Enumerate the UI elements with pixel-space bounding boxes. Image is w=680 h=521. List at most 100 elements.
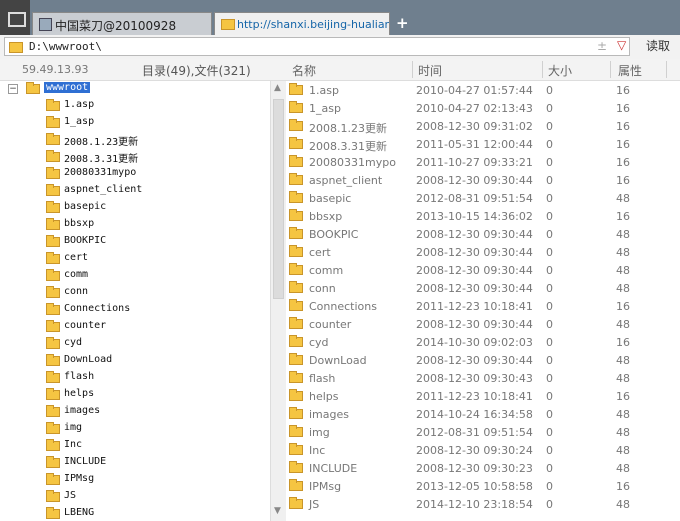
tree-item[interactable]: 1.asp [4, 98, 270, 115]
read-button[interactable]: 读取 [636, 37, 680, 56]
tree-item-label: comm [64, 269, 89, 280]
path-input[interactable]: D:\wwwroot\ ± ▽ [4, 37, 630, 56]
tree-item[interactable]: cert [4, 251, 270, 268]
file-size: 0 [546, 156, 553, 169]
file-time: 2008-12-30 09:30:24 [416, 444, 533, 457]
tree-item[interactable]: IPMsg [4, 472, 270, 489]
file-row[interactable]: DownLoad 2008-12-30 09:30:44 0 48 [286, 351, 680, 369]
new-tab-button[interactable]: + [396, 14, 409, 32]
tree-item[interactable]: aspnet_client [4, 183, 270, 200]
chevron-down-icon[interactable]: ▽ [617, 38, 626, 52]
file-row[interactable]: img 2012-08-31 09:51:54 0 48 [286, 423, 680, 441]
column-attr[interactable]: 属性 [618, 62, 642, 79]
tree-item-label: Connections [64, 303, 131, 314]
tree-item[interactable]: Inc [4, 438, 270, 455]
file-time: 2011-12-23 10:18:41 [416, 390, 533, 403]
file-row[interactable]: INCLUDE 2008-12-30 09:30:23 0 48 [286, 459, 680, 477]
file-time: 2010-04-27 02:13:43 [416, 102, 533, 115]
file-row[interactable]: flash 2008-12-30 09:30:43 0 48 [286, 369, 680, 387]
tree-item[interactable]: INCLUDE [4, 455, 270, 472]
tree-item[interactable]: cyd [4, 336, 270, 353]
file-size: 0 [546, 228, 553, 241]
tree-item[interactable]: images [4, 404, 270, 421]
tree-item[interactable]: 20080331mypo [4, 166, 270, 183]
file-row[interactable]: bbsxp 2013-10-15 14:36:02 0 16 [286, 207, 680, 225]
tree-item[interactable]: 1_asp [4, 115, 270, 132]
tree-item[interactable]: conn [4, 285, 270, 302]
file-row[interactable]: aspnet_client 2008-12-30 09:30:44 0 16 [286, 171, 680, 189]
file-row[interactable]: IPMsg 2013-12-05 10:58:58 0 16 [286, 477, 680, 495]
tree-item-label: JS [64, 490, 77, 501]
tree-item[interactable]: counter [4, 319, 270, 336]
folder-icon [289, 479, 303, 491]
file-row[interactable]: helps 2011-12-23 10:18:41 0 16 [286, 387, 680, 405]
file-row[interactable]: comm 2008-12-30 09:30:44 0 48 [286, 261, 680, 279]
file-row[interactable]: Inc 2008-12-30 09:30:24 0 48 [286, 441, 680, 459]
file-row[interactable]: conn 2008-12-30 09:30:44 0 48 [286, 279, 680, 297]
tree-scrollbar[interactable]: ▲ ▼ [270, 81, 286, 521]
path-text: D:\wwwroot\ [29, 40, 102, 53]
collapse-icon[interactable]: − [8, 84, 18, 94]
file-attr: 48 [616, 192, 630, 205]
tree-item[interactable]: 2008.1.23更新 [4, 132, 270, 149]
tree-item[interactable]: basepic [4, 200, 270, 217]
file-row[interactable]: Connections 2011-12-23 10:18:41 0 16 [286, 297, 680, 315]
tree-item-label: LBENG [64, 507, 95, 518]
folder-icon [46, 422, 60, 434]
file-row[interactable]: images 2014-10-24 16:34:58 0 48 [286, 405, 680, 423]
plus-minus-icon[interactable]: ± [597, 39, 607, 53]
scroll-down-icon[interactable]: ▼ [274, 506, 281, 516]
scroll-thumb[interactable] [273, 99, 284, 299]
tree-item[interactable]: LBENG [4, 506, 270, 521]
file-row[interactable]: 2008.3.31更新 2011-05-31 12:00:44 0 16 [286, 135, 680, 153]
file-attr: 48 [616, 282, 630, 295]
server-ip: 59.49.13.93 [22, 63, 89, 76]
file-name: BOOKPIC [309, 228, 359, 241]
file-row[interactable]: 2008.1.23更新 2008-12-30 09:31:02 0 16 [286, 117, 680, 135]
column-time[interactable]: 时间 [418, 62, 442, 79]
tree-item[interactable]: JS [4, 489, 270, 506]
tree-item[interactable]: DownLoad [4, 353, 270, 370]
file-name: aspnet_client [309, 174, 383, 187]
folder-icon [289, 245, 303, 257]
tree-item[interactable]: bbsxp [4, 217, 270, 234]
column-name[interactable]: 名称 [292, 62, 316, 79]
folder-icon [46, 235, 60, 247]
file-row[interactable]: 1_asp 2010-04-27 02:13:43 0 16 [286, 99, 680, 117]
scroll-up-icon[interactable]: ▲ [274, 83, 281, 93]
file-time: 2008-12-30 09:30:43 [416, 372, 533, 385]
tree-item[interactable]: helps [4, 387, 270, 404]
file-attr: 48 [616, 246, 630, 259]
file-time: 2014-12-10 23:18:54 [416, 498, 533, 511]
tree-item[interactable]: 2008.3.31更新 [4, 149, 270, 166]
tree-item[interactable]: comm [4, 268, 270, 285]
folder-icon [289, 137, 303, 149]
folder-icon [289, 209, 303, 221]
file-name: flash [309, 372, 336, 385]
file-row[interactable]: JS 2014-12-10 23:18:54 0 48 [286, 495, 680, 513]
tree-item-label: images [64, 405, 101, 416]
file-row[interactable]: 1.asp 2010-04-27 01:57:44 0 16 [286, 81, 680, 99]
file-row[interactable]: BOOKPIC 2008-12-30 09:30:44 0 48 [286, 225, 680, 243]
tab-shell-site[interactable]: http://shanxi.beijing-hualian.c... [214, 12, 390, 35]
file-name: comm [309, 264, 344, 277]
tree-item[interactable]: img [4, 421, 270, 438]
file-row[interactable]: cert 2008-12-30 09:30:44 0 48 [286, 243, 680, 261]
folder-icon [26, 82, 40, 94]
file-attr: 48 [616, 462, 630, 475]
tree-item-label: img [64, 422, 83, 433]
file-row[interactable]: cyd 2014-10-30 09:02:03 0 16 [286, 333, 680, 351]
file-row[interactable]: basepic 2012-08-31 09:51:54 0 48 [286, 189, 680, 207]
file-attr: 48 [616, 228, 630, 241]
tab-chopper[interactable]: 中国菜刀@20100928 [32, 12, 212, 35]
tree-root[interactable]: − wwwroot [4, 81, 270, 98]
column-size[interactable]: 大小 [548, 62, 572, 79]
file-row[interactable]: 20080331mypo 2011-10-27 09:33:21 0 16 [286, 153, 680, 171]
tree-item-label: basepic [64, 201, 107, 212]
tree-item[interactable]: flash [4, 370, 270, 387]
tree-item[interactable]: Connections [4, 302, 270, 319]
tree-item[interactable]: BOOKPIC [4, 234, 270, 251]
window-icon[interactable] [0, 0, 30, 35]
file-row[interactable]: counter 2008-12-30 09:30:44 0 48 [286, 315, 680, 333]
file-attr: 16 [616, 480, 630, 493]
